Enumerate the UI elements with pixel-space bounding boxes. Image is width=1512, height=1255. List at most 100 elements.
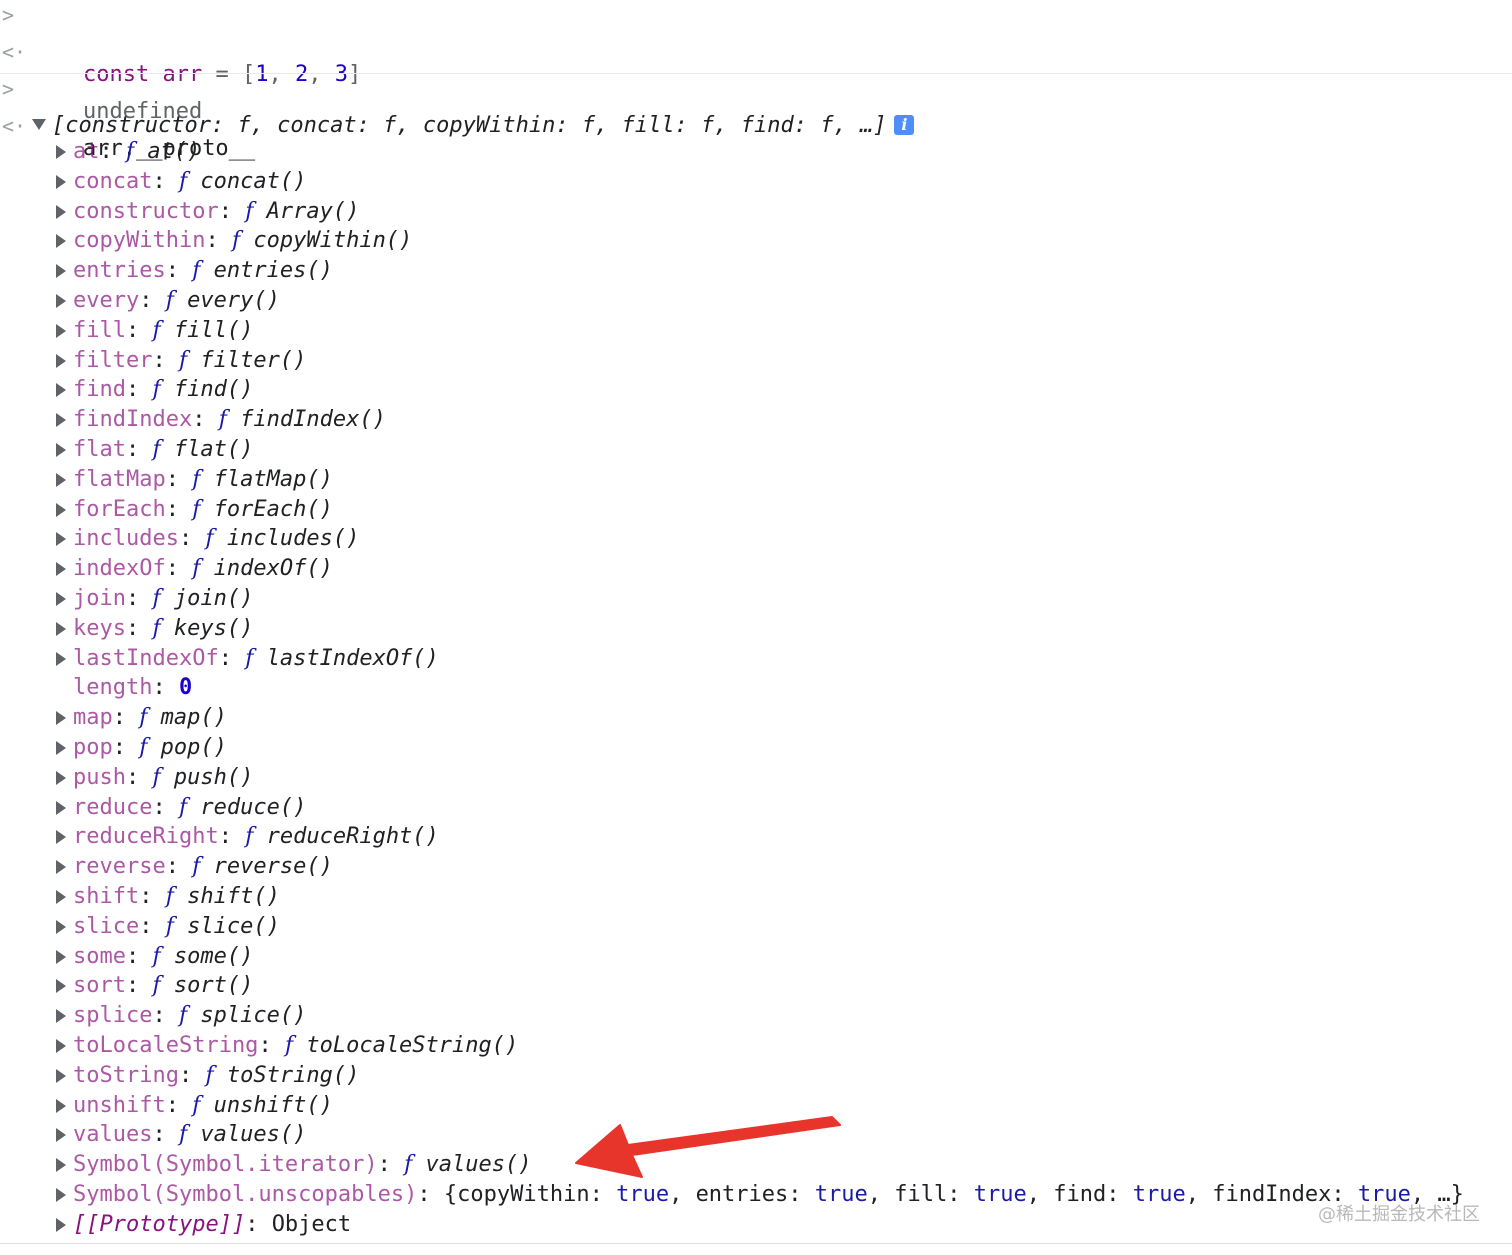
property-key: toString <box>73 1062 179 1088</box>
expand-triangle-icon[interactable] <box>56 591 66 606</box>
property-row[interactable]: push: f push() <box>0 763 1512 793</box>
property-row[interactable]: concat: f concat() <box>0 167 1512 197</box>
expand-triangle-icon[interactable] <box>56 1158 66 1173</box>
expand-triangle-icon[interactable] <box>56 145 66 159</box>
function-name: map() <box>160 705 227 731</box>
expand-triangle-icon[interactable] <box>56 264 66 279</box>
property-row[interactable]: length: 0 <box>0 673 1512 703</box>
function-name: concat() <box>200 168 307 194</box>
expand-triangle-icon[interactable] <box>56 860 66 875</box>
property-colon: : <box>218 198 246 224</box>
property-colon: : <box>125 317 153 343</box>
property-row[interactable]: constructor: f Array() <box>0 197 1512 227</box>
expand-triangle-icon[interactable] <box>56 830 66 845</box>
expand-triangle-icon[interactable] <box>56 383 66 398</box>
property-row[interactable]: reduceRight: f reduceRight() <box>0 822 1512 852</box>
expand-triangle-icon[interactable] <box>56 1068 66 1083</box>
property-row[interactable]: sort: f sort() <box>0 971 1512 1001</box>
expand-triangle-icon[interactable] <box>56 562 66 577</box>
property-row[interactable]: toString: f toString() <box>0 1061 1512 1091</box>
property-row[interactable]: every: f every() <box>0 286 1512 316</box>
expand-triangle-icon[interactable] <box>56 502 66 517</box>
function-symbol-icon: f <box>126 139 135 164</box>
property-row[interactable]: flatMap: f flatMap() <box>0 465 1512 495</box>
expand-triangle-icon[interactable] <box>56 711 66 726</box>
expand-triangle-icon[interactable] <box>56 1217 66 1232</box>
expand-triangle-icon[interactable] <box>56 1038 66 1053</box>
expand-triangle-icon[interactable] <box>56 413 66 428</box>
function-name: find() <box>173 377 254 403</box>
property-key: reduce <box>73 794 153 820</box>
property-colon: : <box>218 645 246 671</box>
property-row[interactable]: flat: f flat() <box>0 435 1512 465</box>
property-row[interactable]: includes: f includes() <box>0 524 1512 554</box>
expand-triangle-icon[interactable] <box>56 621 66 636</box>
property-row[interactable]: entries: f entries() <box>0 256 1512 286</box>
function-symbol-icon: f <box>152 973 161 999</box>
property-row[interactable]: indexOf: f indexOf() <box>0 554 1512 584</box>
console-input-line-2[interactable]: > arr.__proto__ <box>0 74 1512 161</box>
property-row[interactable]: fill: f fill() <box>0 316 1512 346</box>
property-colon: : <box>165 556 193 582</box>
expand-triangle-icon[interactable] <box>56 353 66 368</box>
property-row[interactable]: filter: f filter() <box>0 346 1512 376</box>
property-colon: : <box>125 615 153 641</box>
expand-triangle-icon[interactable] <box>56 770 66 785</box>
property-row[interactable]: join: f join() <box>0 584 1512 614</box>
expand-triangle-icon[interactable] <box>56 800 66 815</box>
property-key: lastIndexOf <box>73 645 219 671</box>
expand-triangle-icon[interactable] <box>56 1098 66 1113</box>
property-row[interactable]: shift: f shift() <box>0 882 1512 912</box>
expand-triangle-icon[interactable] <box>56 472 66 487</box>
property-row[interactable]: [[Prototype]]: Object <box>0 1210 1512 1240</box>
property-row[interactable]: toLocaleString: f toLocaleString() <box>0 1031 1512 1061</box>
property-row[interactable]: keys: f keys() <box>0 614 1512 644</box>
property-row[interactable]: reduce: f reduce() <box>0 793 1512 823</box>
property-key: map <box>73 705 113 731</box>
function-name: flat() <box>173 436 254 462</box>
property-key: fill <box>73 317 126 343</box>
expand-triangle-icon[interactable] <box>56 442 66 457</box>
property-colon: : <box>165 854 193 880</box>
expand-triangle-icon[interactable] <box>56 204 66 219</box>
function-name: findIndex() <box>240 407 386 433</box>
function-symbol-icon: f <box>152 377 161 403</box>
property-row[interactable]: splice: f splice() <box>0 1001 1512 1031</box>
property-colon: : <box>99 139 126 164</box>
property-row[interactable]: reverse: f reverse() <box>0 852 1512 882</box>
expand-triangle-icon[interactable] <box>56 234 66 249</box>
expand-triangle-icon[interactable] <box>56 1128 66 1143</box>
property-row[interactable]: lastIndexOf: f lastIndexOf() <box>0 644 1512 674</box>
expand-triangle-icon[interactable] <box>56 532 66 547</box>
property-colon: : <box>178 526 206 552</box>
function-symbol-icon: f <box>284 1032 294 1058</box>
property-row[interactable]: map: f map() <box>0 703 1512 733</box>
property-row[interactable]: forEach: f forEach() <box>0 495 1512 525</box>
expand-triangle-icon[interactable] <box>56 174 66 189</box>
expand-triangle-icon[interactable] <box>56 323 66 338</box>
expand-triangle-icon[interactable] <box>56 651 66 666</box>
expand-triangle-open-icon[interactable] <box>32 119 46 130</box>
property-row[interactable]: find: f find() <box>0 375 1512 405</box>
expand-triangle-icon[interactable] <box>56 293 66 308</box>
expand-triangle-icon[interactable] <box>56 740 66 755</box>
property-row[interactable]: copyWithin: f copyWithin() <box>0 226 1512 256</box>
input-prompt-icon: > <box>2 3 15 27</box>
console-input-line-1[interactable]: > const arr = [1, 2, 3] <box>0 0 1512 87</box>
property-row[interactable]: findIndex: f findIndex() <box>0 405 1512 435</box>
expand-triangle-icon[interactable] <box>56 979 66 994</box>
function-symbol-icon: f <box>404 1152 413 1178</box>
expand-triangle-icon[interactable] <box>56 949 66 964</box>
property-row[interactable]: at: f at() <box>0 137 1512 167</box>
expand-triangle-icon[interactable] <box>56 919 66 934</box>
property-key: concat <box>73 168 153 194</box>
expand-triangle-icon[interactable] <box>56 1187 66 1202</box>
expand-triangle-icon[interactable] <box>56 1009 66 1024</box>
property-key: values <box>73 1122 153 1148</box>
property-row[interactable]: some: f some() <box>0 942 1512 972</box>
property-row[interactable]: pop: f pop() <box>0 733 1512 763</box>
property-colon: : <box>178 1062 206 1088</box>
expand-triangle-icon[interactable] <box>56 889 66 904</box>
info-icon[interactable]: i <box>894 115 915 135</box>
property-row[interactable]: slice: f slice() <box>0 912 1512 942</box>
